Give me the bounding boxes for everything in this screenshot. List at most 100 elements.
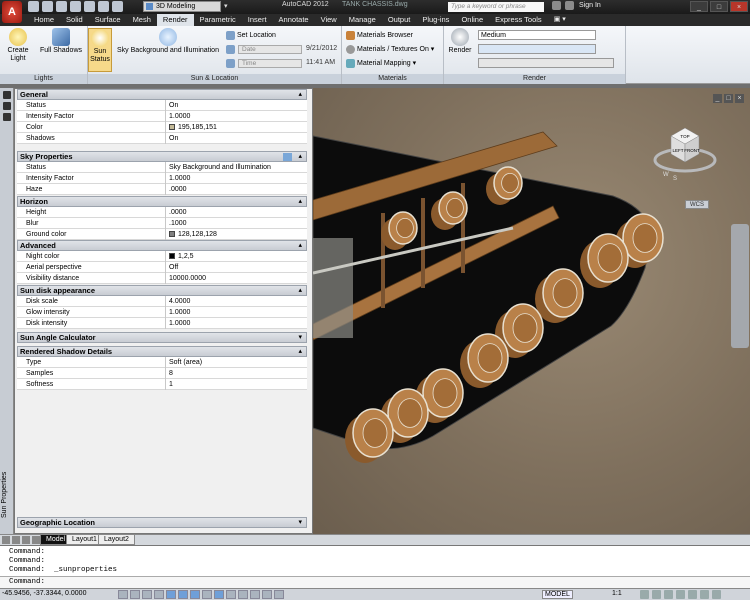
- undo-icon[interactable]: [98, 1, 109, 12]
- property-row[interactable]: Glow intensity 1.0000: [17, 307, 307, 318]
- tab-render[interactable]: Render: [156, 14, 194, 26]
- property-value[interactable]: On: [167, 100, 306, 111]
- grid-toggle[interactable]: [142, 590, 152, 599]
- sun-location-panel-title[interactable]: Sun & Location: [88, 74, 341, 84]
- chevron-up-icon[interactable]: ▴: [298, 347, 302, 357]
- chevron-up-icon[interactable]: ▴: [298, 241, 302, 251]
- property-row[interactable]: Type Soft (area): [17, 357, 307, 368]
- material-mapping-button[interactable]: Material Mapping ▾: [346, 58, 416, 69]
- chevron-down-icon[interactable]: ▾: [298, 518, 302, 528]
- materials-browser-button[interactable]: Materials Browser: [346, 30, 413, 41]
- palette-properties-icon[interactable]: [3, 113, 11, 121]
- sign-in-link[interactable]: Sign In: [579, 2, 601, 9]
- tab-home[interactable]: Home: [28, 14, 60, 26]
- property-row[interactable]: Blur .1000: [17, 218, 307, 229]
- property-value[interactable]: 128,128,128: [167, 229, 306, 240]
- isolate-objects-icon[interactable]: [688, 590, 697, 599]
- render-quality-select[interactable]: Medium: [478, 30, 596, 40]
- sun-status-button[interactable]: Sun Status: [88, 28, 112, 72]
- property-row[interactable]: Disk intensity 1.0000: [17, 318, 307, 329]
- property-value[interactable]: 1.0000: [167, 307, 306, 318]
- ducs-toggle[interactable]: [214, 590, 224, 599]
- property-value[interactable]: 1.0000: [167, 318, 306, 329]
- property-value[interactable]: 4.0000: [167, 296, 306, 307]
- property-row[interactable]: Status Sky Background and Illumination: [17, 162, 307, 173]
- property-row[interactable]: Intensity Factor 1.0000: [17, 111, 307, 122]
- property-row[interactable]: Samples 8: [17, 368, 307, 379]
- osnap-toggle[interactable]: [178, 590, 188, 599]
- workspace-switching-icon[interactable]: [652, 590, 661, 599]
- property-row[interactable]: Status On: [17, 100, 307, 111]
- model-space-toggle[interactable]: MODEL: [542, 590, 573, 599]
- property-row[interactable]: Color 195,185,151: [17, 122, 307, 133]
- property-row[interactable]: Disk scale 4.0000: [17, 296, 307, 307]
- chevron-down-icon[interactable]: ▾: [224, 2, 228, 10]
- tab-mesh[interactable]: Mesh: [127, 14, 157, 26]
- drawing-viewport[interactable]: TOP LEFT FRONT W S _ □ × WCS: [313, 88, 750, 534]
- tab-manage[interactable]: Manage: [343, 14, 382, 26]
- sky-background-button[interactable]: Sky Background and Illumination: [116, 28, 220, 55]
- property-value[interactable]: 1: [167, 379, 306, 390]
- section-shadow[interactable]: Rendered Shadow Details ▴: [17, 346, 307, 357]
- minimize-button[interactable]: _: [690, 1, 708, 12]
- section-disk[interactable]: Sun disk appearance ▴: [17, 285, 307, 296]
- tab-parametric[interactable]: Parametric: [194, 14, 242, 26]
- materials-panel-title[interactable]: Materials: [342, 74, 443, 84]
- property-value[interactable]: 8: [167, 368, 306, 379]
- property-value[interactable]: On: [167, 133, 306, 144]
- annotation-scale[interactable]: 1:1: [612, 590, 622, 597]
- property-row[interactable]: Ground color 128,128,128: [17, 229, 307, 240]
- annotation-visibility-icon[interactable]: [640, 590, 649, 599]
- last-layout-icon[interactable]: [32, 536, 40, 544]
- property-row[interactable]: Night color 1,2,5: [17, 251, 307, 262]
- section-general[interactable]: General ▴: [17, 89, 307, 100]
- coordinate-readout[interactable]: -45.9456, -37.3344, 0.0000: [2, 590, 86, 597]
- property-value[interactable]: 195,185,151: [167, 122, 306, 133]
- property-value[interactable]: Soft (area): [167, 357, 306, 368]
- prev-layout-icon[interactable]: [12, 536, 20, 544]
- transparency-toggle[interactable]: [250, 590, 260, 599]
- property-value[interactable]: 1.0000: [167, 111, 306, 122]
- new-icon[interactable]: [28, 1, 39, 12]
- tab-annotate[interactable]: Annotate: [273, 14, 315, 26]
- clean-screen-icon[interactable]: [712, 590, 721, 599]
- tab-online[interactable]: Online: [455, 14, 489, 26]
- ribbon-options-icon[interactable]: ▣ ▾: [554, 14, 566, 26]
- property-value[interactable]: 1,2,5: [167, 251, 306, 262]
- date-slider[interactable]: Date: [238, 45, 302, 54]
- navigation-bar[interactable]: [731, 224, 749, 348]
- ucs-menu[interactable]: WCS: [685, 200, 709, 209]
- property-value[interactable]: .0000: [167, 184, 306, 195]
- property-value[interactable]: 1.0000: [167, 173, 306, 184]
- edit-sky-icon[interactable]: [283, 153, 292, 161]
- close-button[interactable]: ×: [730, 1, 748, 12]
- tab-output[interactable]: Output: [382, 14, 417, 26]
- section-advanced[interactable]: Advanced ▴: [17, 240, 307, 251]
- ortho-toggle[interactable]: [154, 590, 164, 599]
- hardware-acceleration-icon[interactable]: [676, 590, 685, 599]
- property-row[interactable]: Height .0000: [17, 207, 307, 218]
- section-sky[interactable]: Sky Properties ▴: [17, 151, 307, 162]
- render-output-file[interactable]: [478, 58, 614, 68]
- tab-surface[interactable]: Surface: [89, 14, 127, 26]
- property-value[interactable]: .1000: [167, 218, 306, 229]
- property-row[interactable]: Visibility distance 10000.0000: [17, 273, 307, 284]
- user-icon[interactable]: [565, 1, 574, 10]
- property-row[interactable]: Aerial perspective Off: [17, 262, 307, 273]
- redo-icon[interactable]: [112, 1, 123, 12]
- lineweight-toggle[interactable]: [238, 590, 248, 599]
- chevron-down-icon[interactable]: ▾: [298, 333, 302, 343]
- tab-view[interactable]: View: [315, 14, 343, 26]
- maximize-viewport-button[interactable]: □: [724, 94, 733, 103]
- viewcube[interactable]: TOP LEFT FRONT W S: [653, 127, 717, 182]
- tab-solid[interactable]: Solid: [60, 14, 89, 26]
- property-row[interactable]: Haze .0000: [17, 184, 307, 195]
- tab-express-tools[interactable]: Express Tools: [489, 14, 548, 26]
- next-layout-icon[interactable]: [22, 536, 30, 544]
- set-location-button[interactable]: Set Location: [226, 30, 276, 41]
- property-row[interactable]: Shadows On: [17, 133, 307, 144]
- layout-tab-layout2[interactable]: Layout2: [98, 535, 135, 545]
- search-icon[interactable]: [552, 1, 561, 10]
- print-icon[interactable]: [84, 1, 95, 12]
- close-palette-icon[interactable]: [3, 91, 11, 99]
